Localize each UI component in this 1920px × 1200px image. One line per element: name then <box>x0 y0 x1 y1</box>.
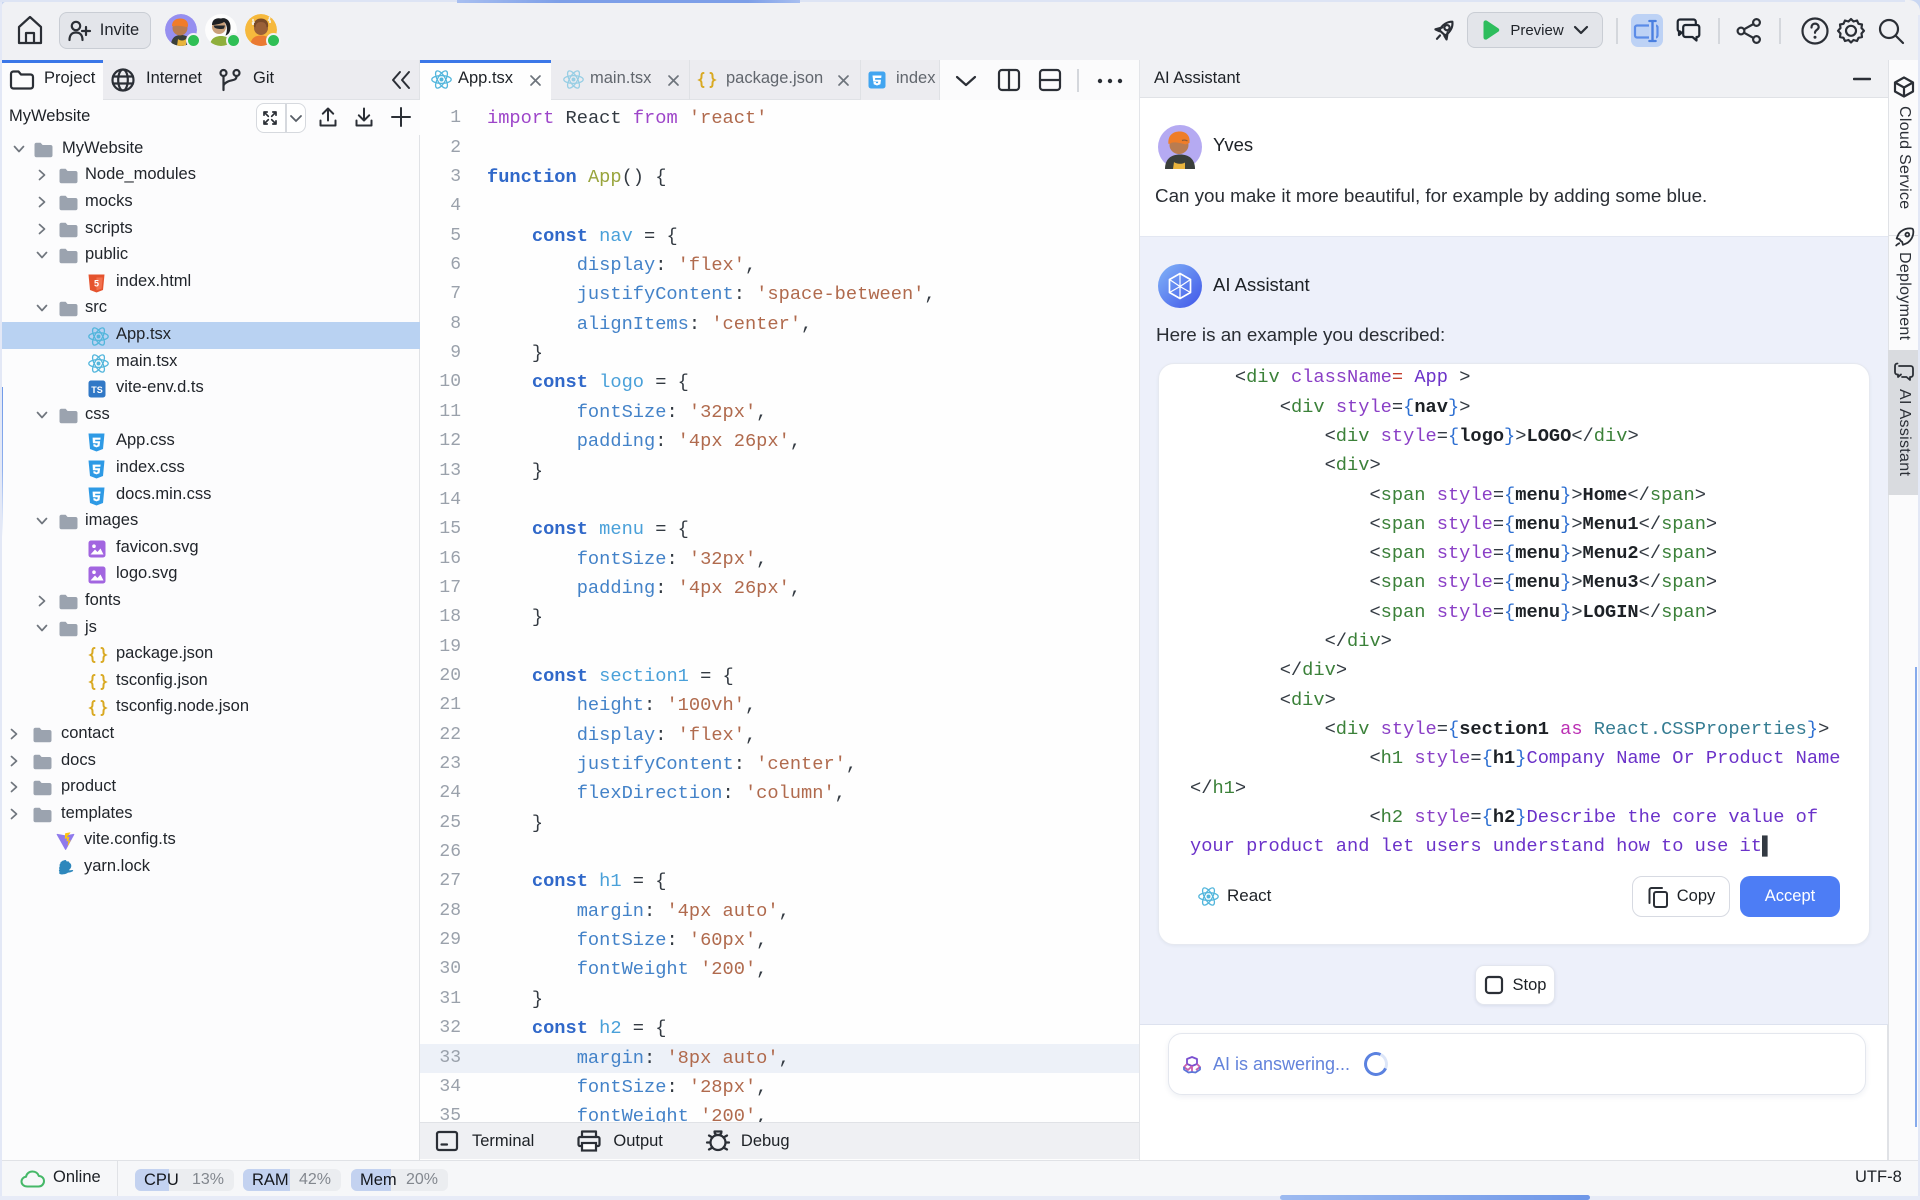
svg-text:5: 5 <box>94 278 99 288</box>
svg-text:TS: TS <box>91 385 103 395</box>
